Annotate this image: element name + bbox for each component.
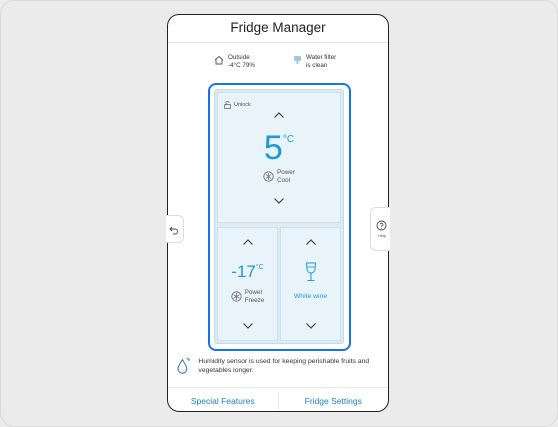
- fridge-temp-down-icon[interactable]: [273, 197, 285, 205]
- filter-line-1: Water filter: [306, 54, 337, 61]
- humidity-info: Humidity sensor is used for keeping peri…: [176, 355, 381, 377]
- power-cool-line-2: Cool: [277, 176, 291, 184]
- fridge-compartment[interactable]: Unlock 5°C Power Cool: [217, 92, 341, 223]
- back-button[interactable]: [166, 215, 184, 243]
- status-bar: Outside -4°C 79% Water filter is clean: [168, 52, 388, 76]
- freezer-temp-unit: °C: [255, 264, 264, 271]
- wine-glass-icon: [305, 262, 316, 281]
- wine-compartment[interactable]: White wine: [280, 227, 341, 341]
- special-features-tab[interactable]: Special Features: [168, 388, 278, 411]
- fridge-temp-value: 5: [263, 129, 283, 167]
- fridge-temperature: 5°C: [218, 129, 340, 168]
- fridge-diagram: Unlock 5°C Power Cool -17°C Power Freeze…: [214, 89, 344, 344]
- freezer-temp-down-icon[interactable]: [242, 322, 254, 330]
- power-freeze-line-1: Power: [244, 289, 263, 296]
- page-title: Fridge Manager: [230, 20, 326, 35]
- back-arrow-icon: [169, 226, 178, 235]
- unlock-label: Unlock: [234, 102, 251, 108]
- freezer-temperature: -17°C: [218, 262, 277, 282]
- outside-value: -4°C 79%: [228, 62, 256, 69]
- power-freeze-mode[interactable]: Power Freeze: [218, 289, 277, 304]
- help-icon: [376, 220, 387, 231]
- help-label: Help: [378, 233, 387, 238]
- freezer-temp-value: -17: [231, 262, 256, 281]
- app-screen: Fridge Manager Outside -4°C 79% Water fi…: [167, 14, 389, 412]
- fridge-selection-outline: Unlock 5°C Power Cool -17°C Power Freeze…: [208, 83, 351, 351]
- water-filter-icon: [294, 56, 301, 64]
- filter-line-2: is clean: [306, 62, 328, 69]
- bottom-tab-bar: Special Features Fridge Settings: [168, 387, 389, 411]
- filter-status: Water filter is clean: [293, 54, 336, 70]
- home-icon: [214, 55, 224, 65]
- outside-label: Outside: [228, 54, 250, 61]
- outside-status: Outside -4°C 79%: [214, 54, 255, 70]
- power-freeze-icon: [231, 291, 242, 302]
- fridge-settings-tab[interactable]: Fridge Settings: [279, 388, 389, 411]
- humidity-text: Humidity sensor is used for keeping peri…: [198, 358, 370, 374]
- wine-mode-label: White wine: [293, 293, 328, 300]
- unlock-control[interactable]: Unlock: [224, 101, 251, 109]
- title-divider: [168, 42, 388, 43]
- unlock-icon: [224, 101, 231, 109]
- wine-up-icon[interactable]: [305, 238, 317, 246]
- fridge-temp-unit: °C: [282, 134, 295, 145]
- wine-down-icon[interactable]: [305, 322, 317, 330]
- freezer-compartment[interactable]: -17°C Power Freeze: [217, 227, 278, 341]
- fridge-temp-up-icon[interactable]: [273, 111, 285, 119]
- freezer-temp-up-icon[interactable]: [242, 238, 254, 246]
- power-cool-line-1: Power: [277, 169, 295, 176]
- power-cool-icon: [263, 171, 274, 182]
- power-freeze-line-2: Freeze: [244, 296, 265, 304]
- help-button[interactable]: Help: [370, 207, 390, 251]
- humidity-drop-icon: [177, 357, 191, 374]
- power-cool-mode[interactable]: Power Cool: [218, 169, 340, 184]
